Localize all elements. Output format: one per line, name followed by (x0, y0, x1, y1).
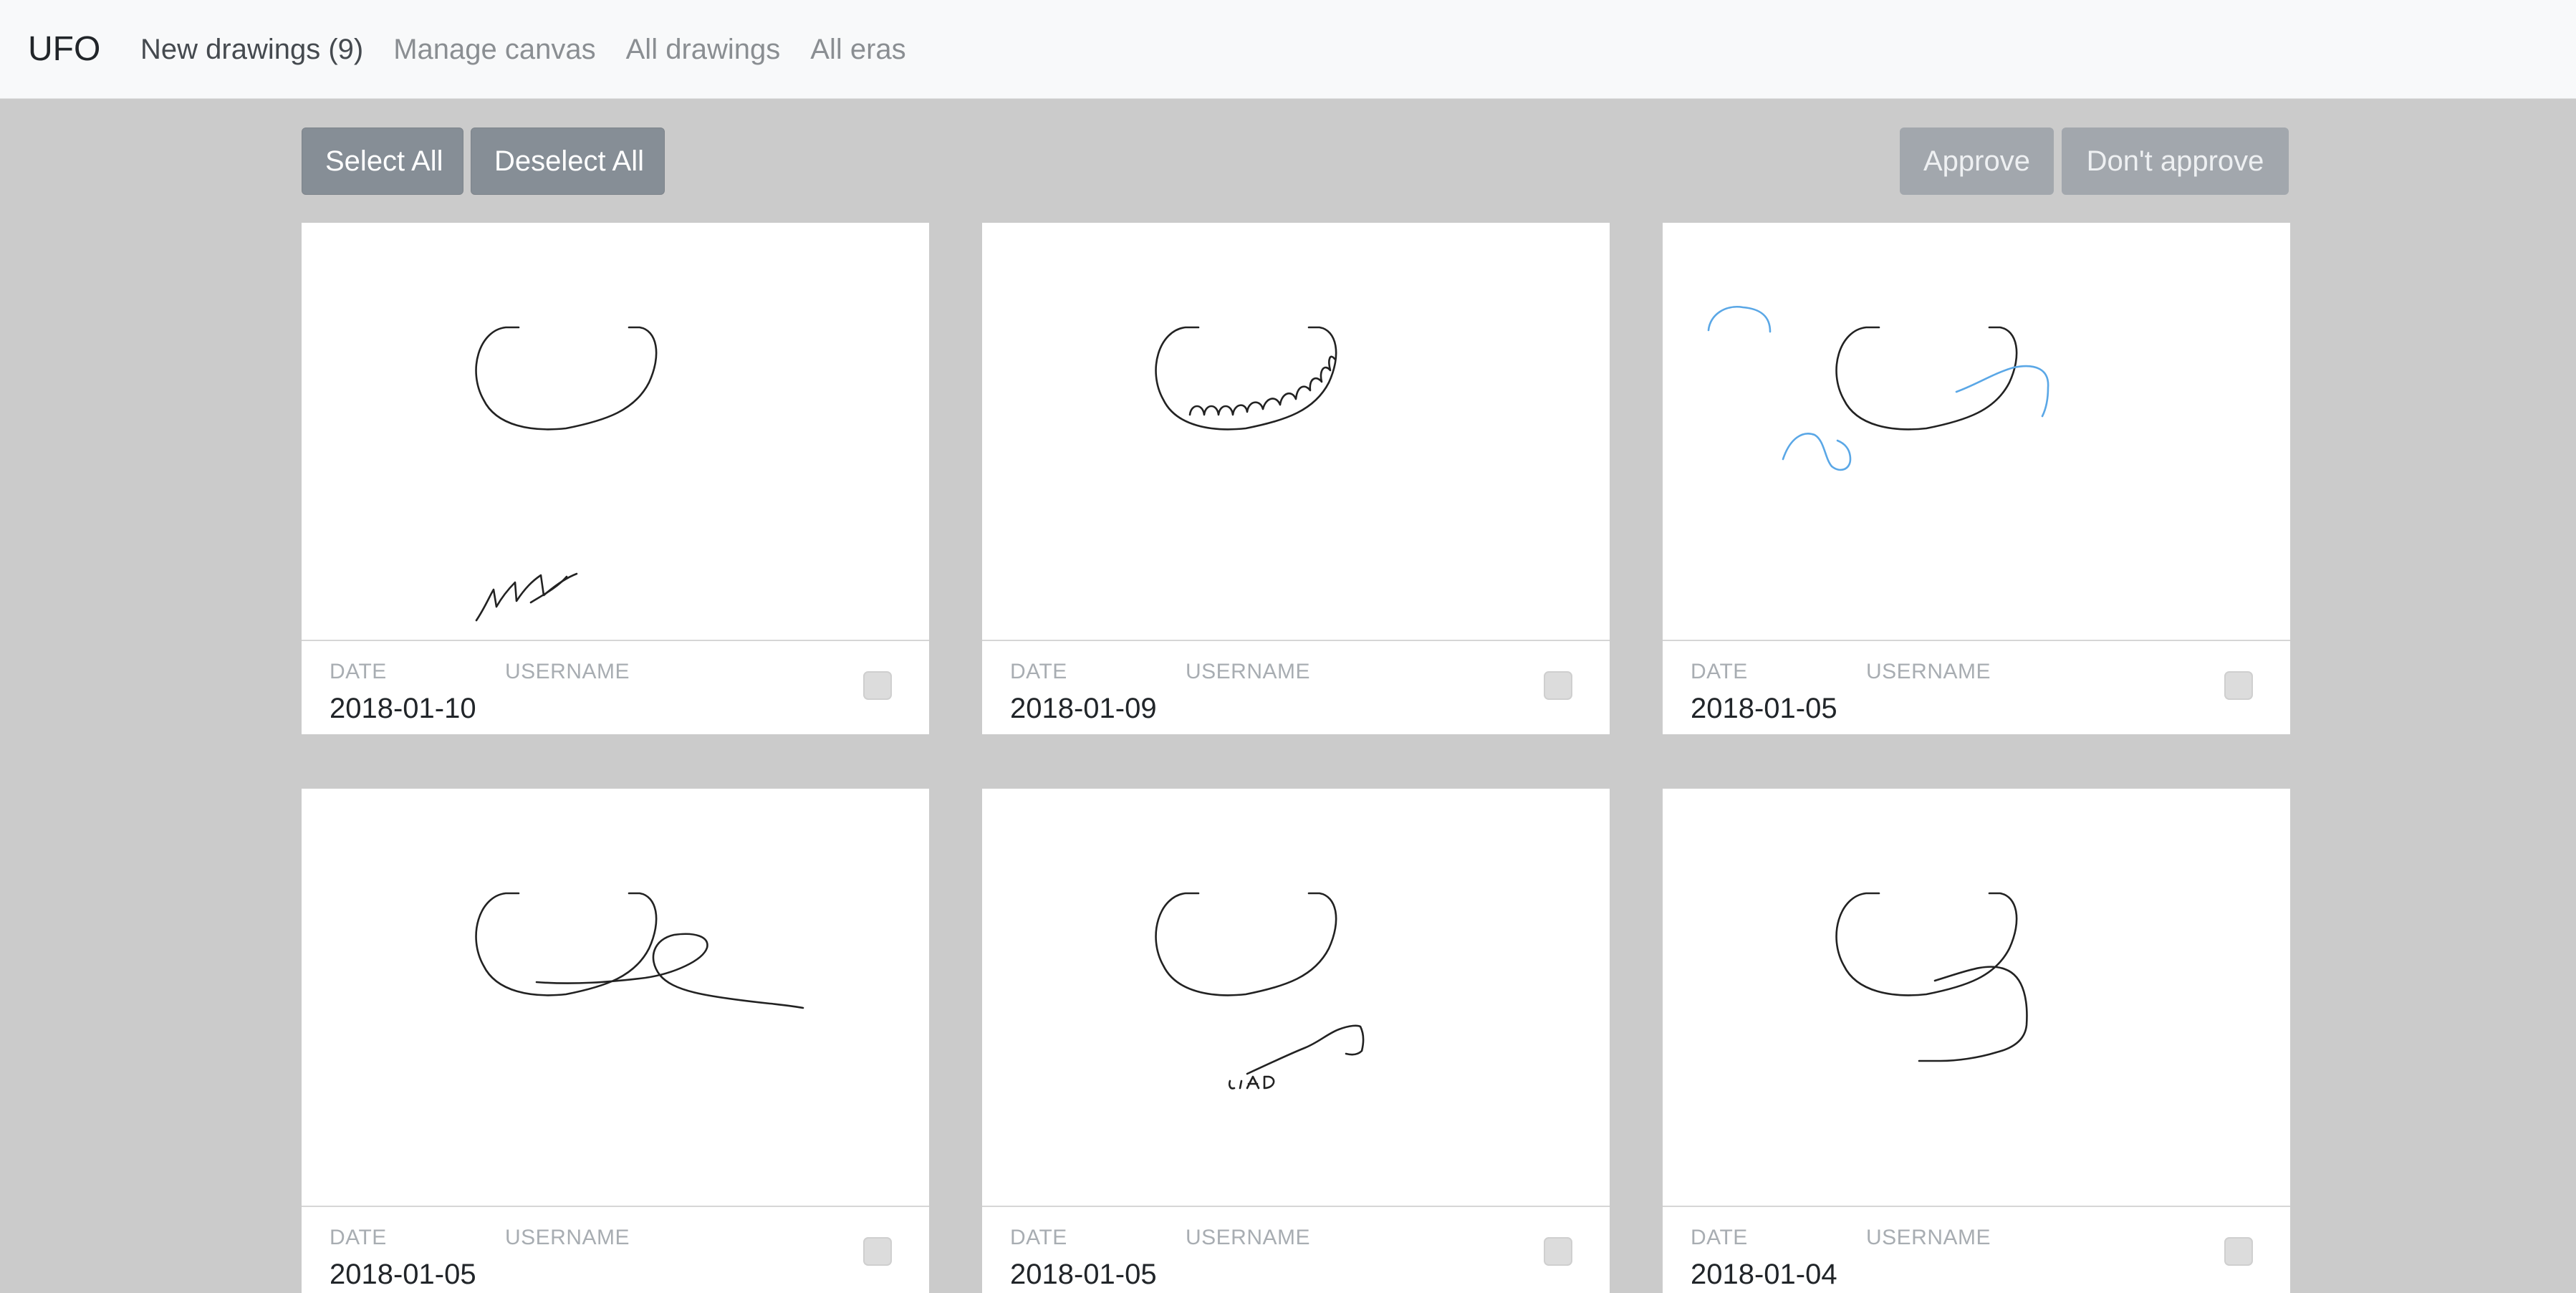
top-navbar: UFO New drawings (9) Manage canvas All d… (0, 0, 2576, 99)
select-checkbox[interactable] (2224, 671, 2253, 700)
nav-all-eras[interactable]: All eras (810, 27, 905, 72)
drawing-image (475, 892, 804, 1009)
date-label: DATE (1691, 660, 1748, 683)
select-checkbox[interactable] (1544, 1237, 1572, 1266)
nav-new-drawings[interactable]: New drawings (9) (140, 27, 363, 72)
drawing-canvas[interactable] (1663, 223, 2290, 641)
drawing-card: DATE USERNAME 2018-01-05 (982, 789, 1610, 1293)
drawing-image (1707, 306, 2049, 471)
username-label: USERNAME (1186, 660, 1311, 683)
date-value: 2018-01-09 (1010, 693, 1157, 724)
username-label: USERNAME (1866, 1226, 1991, 1249)
drawing-image (1155, 892, 1365, 1090)
brand-logo[interactable]: UFO (28, 27, 100, 72)
username-label: USERNAME (505, 660, 630, 683)
date-value: 2018-01-04 (1691, 1259, 1837, 1290)
drawing-card: DATE USERNAME 2018-01-04 (1663, 789, 2290, 1293)
nav-links: New drawings (9) Manage canvas All drawi… (140, 27, 906, 72)
drawing-image (475, 326, 658, 622)
date-label: DATE (330, 1226, 387, 1249)
select-all-button[interactable]: Select All (302, 128, 463, 195)
date-value: 2018-01-05 (330, 1259, 476, 1290)
select-checkbox[interactable] (863, 671, 892, 700)
drawing-canvas[interactable] (1663, 789, 2290, 1207)
date-value: 2018-01-05 (1691, 693, 1837, 724)
card-meta: DATE USERNAME 2018-01-04 (1663, 1208, 2290, 1293)
select-checkbox[interactable] (863, 1237, 892, 1266)
date-label: DATE (330, 660, 387, 683)
card-meta: DATE USERNAME 2018-01-10 (302, 643, 929, 734)
drawing-image (1835, 892, 2028, 1062)
username-label: USERNAME (505, 1226, 630, 1249)
deselect-all-button[interactable]: Deselect All (471, 128, 665, 195)
username-label: USERNAME (1866, 660, 1991, 683)
select-checkbox[interactable] (1544, 671, 1572, 700)
date-label: DATE (1010, 1226, 1067, 1249)
drawing-card: DATE USERNAME 2018-01-09 (982, 223, 1610, 734)
select-checkbox[interactable] (2224, 1237, 2253, 1266)
card-meta: DATE USERNAME 2018-01-05 (1663, 643, 2290, 734)
drawing-card: DATE USERNAME 2018-01-05 (1663, 223, 2290, 734)
date-label: DATE (1010, 660, 1067, 683)
nav-all-drawings[interactable]: All drawings (626, 27, 781, 72)
approve-button[interactable]: Approve (1900, 128, 2054, 195)
date-value: 2018-01-10 (330, 693, 476, 724)
drawing-canvas[interactable] (302, 789, 929, 1207)
card-meta: DATE USERNAME 2018-01-05 (302, 1208, 929, 1293)
nav-manage-canvas[interactable]: Manage canvas (393, 27, 595, 72)
date-value: 2018-01-05 (1010, 1259, 1157, 1290)
drawing-canvas[interactable] (982, 223, 1610, 641)
drawing-card: DATE USERNAME 2018-01-10 (302, 223, 929, 734)
date-label: DATE (1691, 1226, 1748, 1249)
drawing-image (1155, 326, 1337, 431)
card-meta: DATE USERNAME 2018-01-05 (982, 1208, 1610, 1293)
drawing-canvas[interactable] (302, 223, 929, 641)
username-label: USERNAME (1186, 1226, 1311, 1249)
drawing-canvas[interactable] (982, 789, 1610, 1207)
card-meta: DATE USERNAME 2018-01-09 (982, 643, 1610, 734)
drawing-card: DATE USERNAME 2018-01-05 (302, 789, 929, 1293)
dont-approve-button[interactable]: Don't approve (2062, 128, 2289, 195)
